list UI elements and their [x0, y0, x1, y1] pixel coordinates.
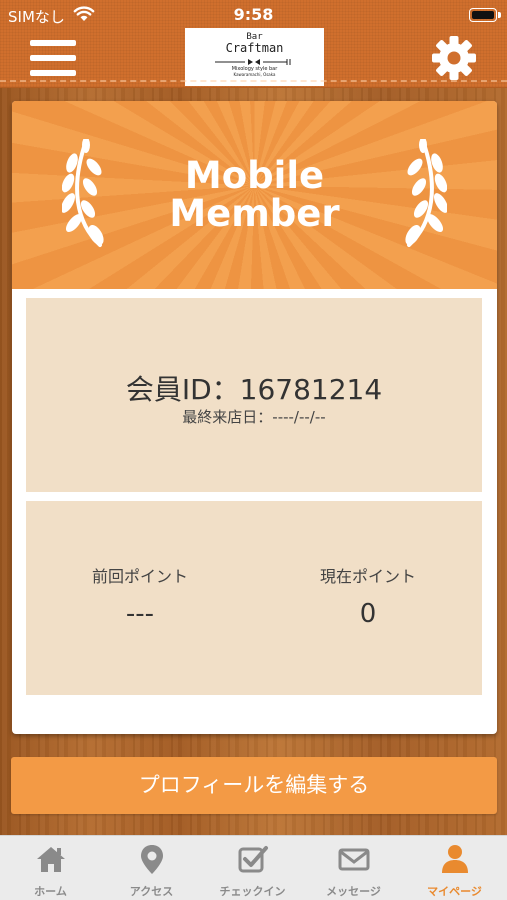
member-card: Mobile Member 会員ID：16781214 最終来店日：----/-…: [12, 101, 497, 734]
previous-points-label: 前回ポイント: [91, 567, 188, 586]
tab-access[interactable]: アクセス: [101, 836, 202, 900]
current-points-value: 0: [359, 599, 377, 629]
current-points: 現在ポイント 0: [254, 563, 482, 629]
tab-checkin[interactable]: チェックイン: [202, 836, 303, 900]
app-header: SIMなし 9:58 Bar Craftman Mixology style b…: [0, 0, 507, 88]
map-pin-icon: [141, 845, 163, 874]
points-panel: 前回ポイント --- 現在ポイント 0: [26, 501, 482, 695]
hamburger-menu-icon[interactable]: [30, 38, 76, 78]
battery-icon: [469, 8, 501, 22]
bar-logo: Bar Craftman Mixology style bar Kawarama…: [185, 28, 324, 86]
status-bar: SIMなし 9:58: [0, 0, 507, 30]
tab-mypage[interactable]: マイページ: [404, 836, 505, 900]
status-time: 9:58: [233, 5, 274, 24]
tab-bar: ホーム アクセス チェックイン メッセージ マイページ: [0, 835, 507, 900]
logo-line2: Craftman: [225, 41, 284, 55]
tab-home-label: ホーム: [34, 885, 67, 898]
previous-points-value: ---: [125, 599, 155, 629]
member-banner: Mobile Member: [12, 101, 497, 289]
mail-icon: [338, 848, 370, 871]
edit-profile-button[interactable]: プロフィールを編集する: [11, 757, 497, 814]
home-icon: [37, 847, 65, 872]
logo-utensils-icon: [215, 59, 291, 65]
tab-mypage-label: マイページ: [427, 885, 482, 898]
current-points-label: 現在ポイント: [319, 567, 416, 586]
person-icon: [442, 845, 468, 873]
tab-checkin-label: チェックイン: [219, 885, 286, 898]
checkbox-icon: [238, 846, 268, 873]
laurel-icon: [405, 139, 447, 247]
tab-home[interactable]: ホーム: [0, 836, 101, 900]
tab-message-label: メッセージ: [326, 885, 381, 898]
tab-access-label: アクセス: [129, 885, 174, 898]
member-id: 会員ID：16781214: [125, 373, 383, 406]
tab-message[interactable]: メッセージ: [303, 836, 404, 900]
logo-sub: Kawaramachi, Osaka: [233, 72, 276, 77]
last-visit-date: 最終来店日：----/--/--: [182, 408, 326, 426]
member-info-panel: 会員ID：16781214 最終来店日：----/--/--: [26, 298, 482, 492]
gear-icon[interactable]: [431, 35, 477, 81]
previous-points: 前回ポイント ---: [26, 563, 254, 629]
